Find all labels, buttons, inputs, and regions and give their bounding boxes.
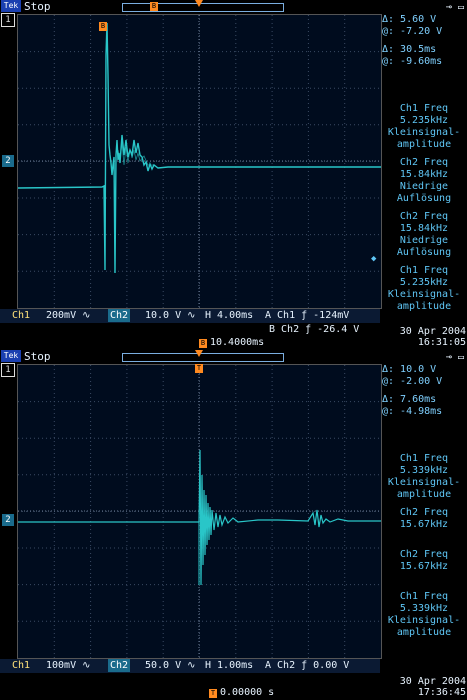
channel-1-indicator: 1: [1, 13, 15, 27]
cursor-at-volt: @: -2.00 V: [382, 376, 443, 387]
timebase: H 4.00ms: [205, 310, 254, 321]
ch2-label[interactable]: Ch2: [108, 309, 131, 322]
graticule-svg: ◆: [18, 15, 381, 308]
trigger-a: A Ch2 ƒ 0.00 V: [265, 660, 350, 671]
cursor-delta-time: Δ: 30.5ms: [382, 44, 437, 55]
trigger-time: 0.00000 s: [220, 687, 275, 698]
date: 30 Apr 2004: [399, 326, 466, 337]
trigger-a: A Ch1 ƒ -124mV: [265, 310, 350, 321]
power-icon: ⊸ ▭: [445, 352, 464, 363]
scope-screen-1: Tek Stop B ⊸ ▭ 1 ◆ 2 B Δ: 5.60 V @: -7.2…: [0, 0, 467, 350]
measurement-4: Ch1 Freq 5.235kHz Kleinsignal-amplitude: [387, 265, 461, 312]
timestamp: 30 Apr 2004 16:31:05: [384, 326, 466, 348]
trigger-t-marker[interactable]: T: [195, 364, 203, 373]
ch2-label[interactable]: Ch2: [108, 659, 131, 672]
measurement-3: Ch2 Freq 15.67kHz: [399, 549, 449, 572]
trigger-time: 10.4000ms: [210, 337, 265, 348]
cursor-delta-time: Δ: 7.60ms: [382, 394, 437, 405]
time: 17:36:45: [417, 687, 466, 698]
cursor-at-volt: @: -7.20 V: [382, 26, 443, 37]
trig-time-marker: T: [209, 689, 217, 698]
measurement-2: Ch2 Freq 15.67kHz: [399, 507, 449, 530]
timebase: H 1.00ms: [205, 660, 254, 671]
trigger-b-marker[interactable]: B: [99, 22, 107, 31]
settings-bar-bg: Ch1 200mV ∿ Ch2 10.0 V ∿ H 4.00ms A Ch1 …: [0, 309, 380, 323]
cursor-delta-volt: Δ: 5.60 V: [382, 14, 437, 25]
waveform-graticule[interactable]: ◆: [17, 14, 382, 309]
measurement-panel: Ch1 Freq 5.339kHz Kleinsignal-amplitude Ch…: [382, 453, 466, 645]
ch1-label[interactable]: Ch1: [12, 659, 30, 672]
measurement-3: Ch2 Freq 15.84kHz Niedrige Auflösung: [396, 211, 452, 258]
cursor-at-time: @: -4.98ms: [382, 406, 443, 417]
measurement-1: Ch1 Freq 5.339kHz Kleinsignal-amplitude: [387, 453, 461, 500]
measurement-2: Ch2 Freq 15.84kHz Niedrige Auflösung: [396, 157, 452, 204]
cursor-readout: Δ: 5.60 V @: -7.20 V Δ: 30.5ms @: -9.60m…: [382, 14, 466, 68]
trig-time-marker: B: [199, 339, 207, 348]
channel-1-indicator: 1: [1, 363, 15, 377]
ch1-scale: 100mV ∿: [46, 660, 91, 671]
ch2-ground-marker[interactable]: 2: [2, 514, 14, 526]
cursor-at-time: @: -9.60ms: [382, 56, 443, 67]
measurement-1: Ch1 Freq 5.235kHz Kleinsignal-amplitude: [387, 103, 461, 150]
ch2-ground-marker[interactable]: 2: [2, 155, 14, 167]
ch1-scale: 200mV ∿: [46, 310, 91, 321]
status-bar: Tek Stop B ⊸ ▭: [0, 0, 467, 13]
waveform-graticule[interactable]: [17, 364, 382, 659]
cursor-readout: Δ: 10.0 V @: -2.00 V Δ: 7.60ms @: -4.98m…: [382, 364, 466, 418]
scope-screen-2: Tek Stop ⊸ ▭ 1 2 T Δ: 10.0 V @: -2.00 V …: [0, 350, 467, 700]
ch2-scale: 10.0 V ∿: [145, 310, 196, 321]
cursor-marker: ◆: [371, 254, 377, 264]
measurement-panel: Ch1 Freq 5.235kHz Kleinsignal-amplitude Ch…: [382, 103, 466, 319]
date: 30 Apr 2004: [399, 676, 466, 687]
time: 16:31:05: [417, 337, 466, 348]
graticule-svg: [18, 365, 381, 658]
settings-bar-bg: Ch1 100mV ∿ Ch2 50.0 V ∿ H 1.00ms A Ch2 …: [0, 659, 380, 673]
ch2-scale: 50.0 V ∿: [145, 660, 196, 671]
trigger-b: B Ch2 ƒ -26.4 V: [269, 324, 360, 335]
power-icon: ⊸ ▭: [445, 2, 464, 13]
cursor-delta-volt: Δ: 10.0 V: [382, 364, 437, 375]
ch1-label[interactable]: Ch1: [12, 309, 30, 322]
timestamp: 30 Apr 2004 17:36:45: [384, 676, 466, 698]
measurement-4: Ch1 Freq 5.339kHz Kleinsignal-amplitude: [387, 591, 461, 638]
status-bar: Tek Stop ⊸ ▭: [0, 350, 467, 363]
